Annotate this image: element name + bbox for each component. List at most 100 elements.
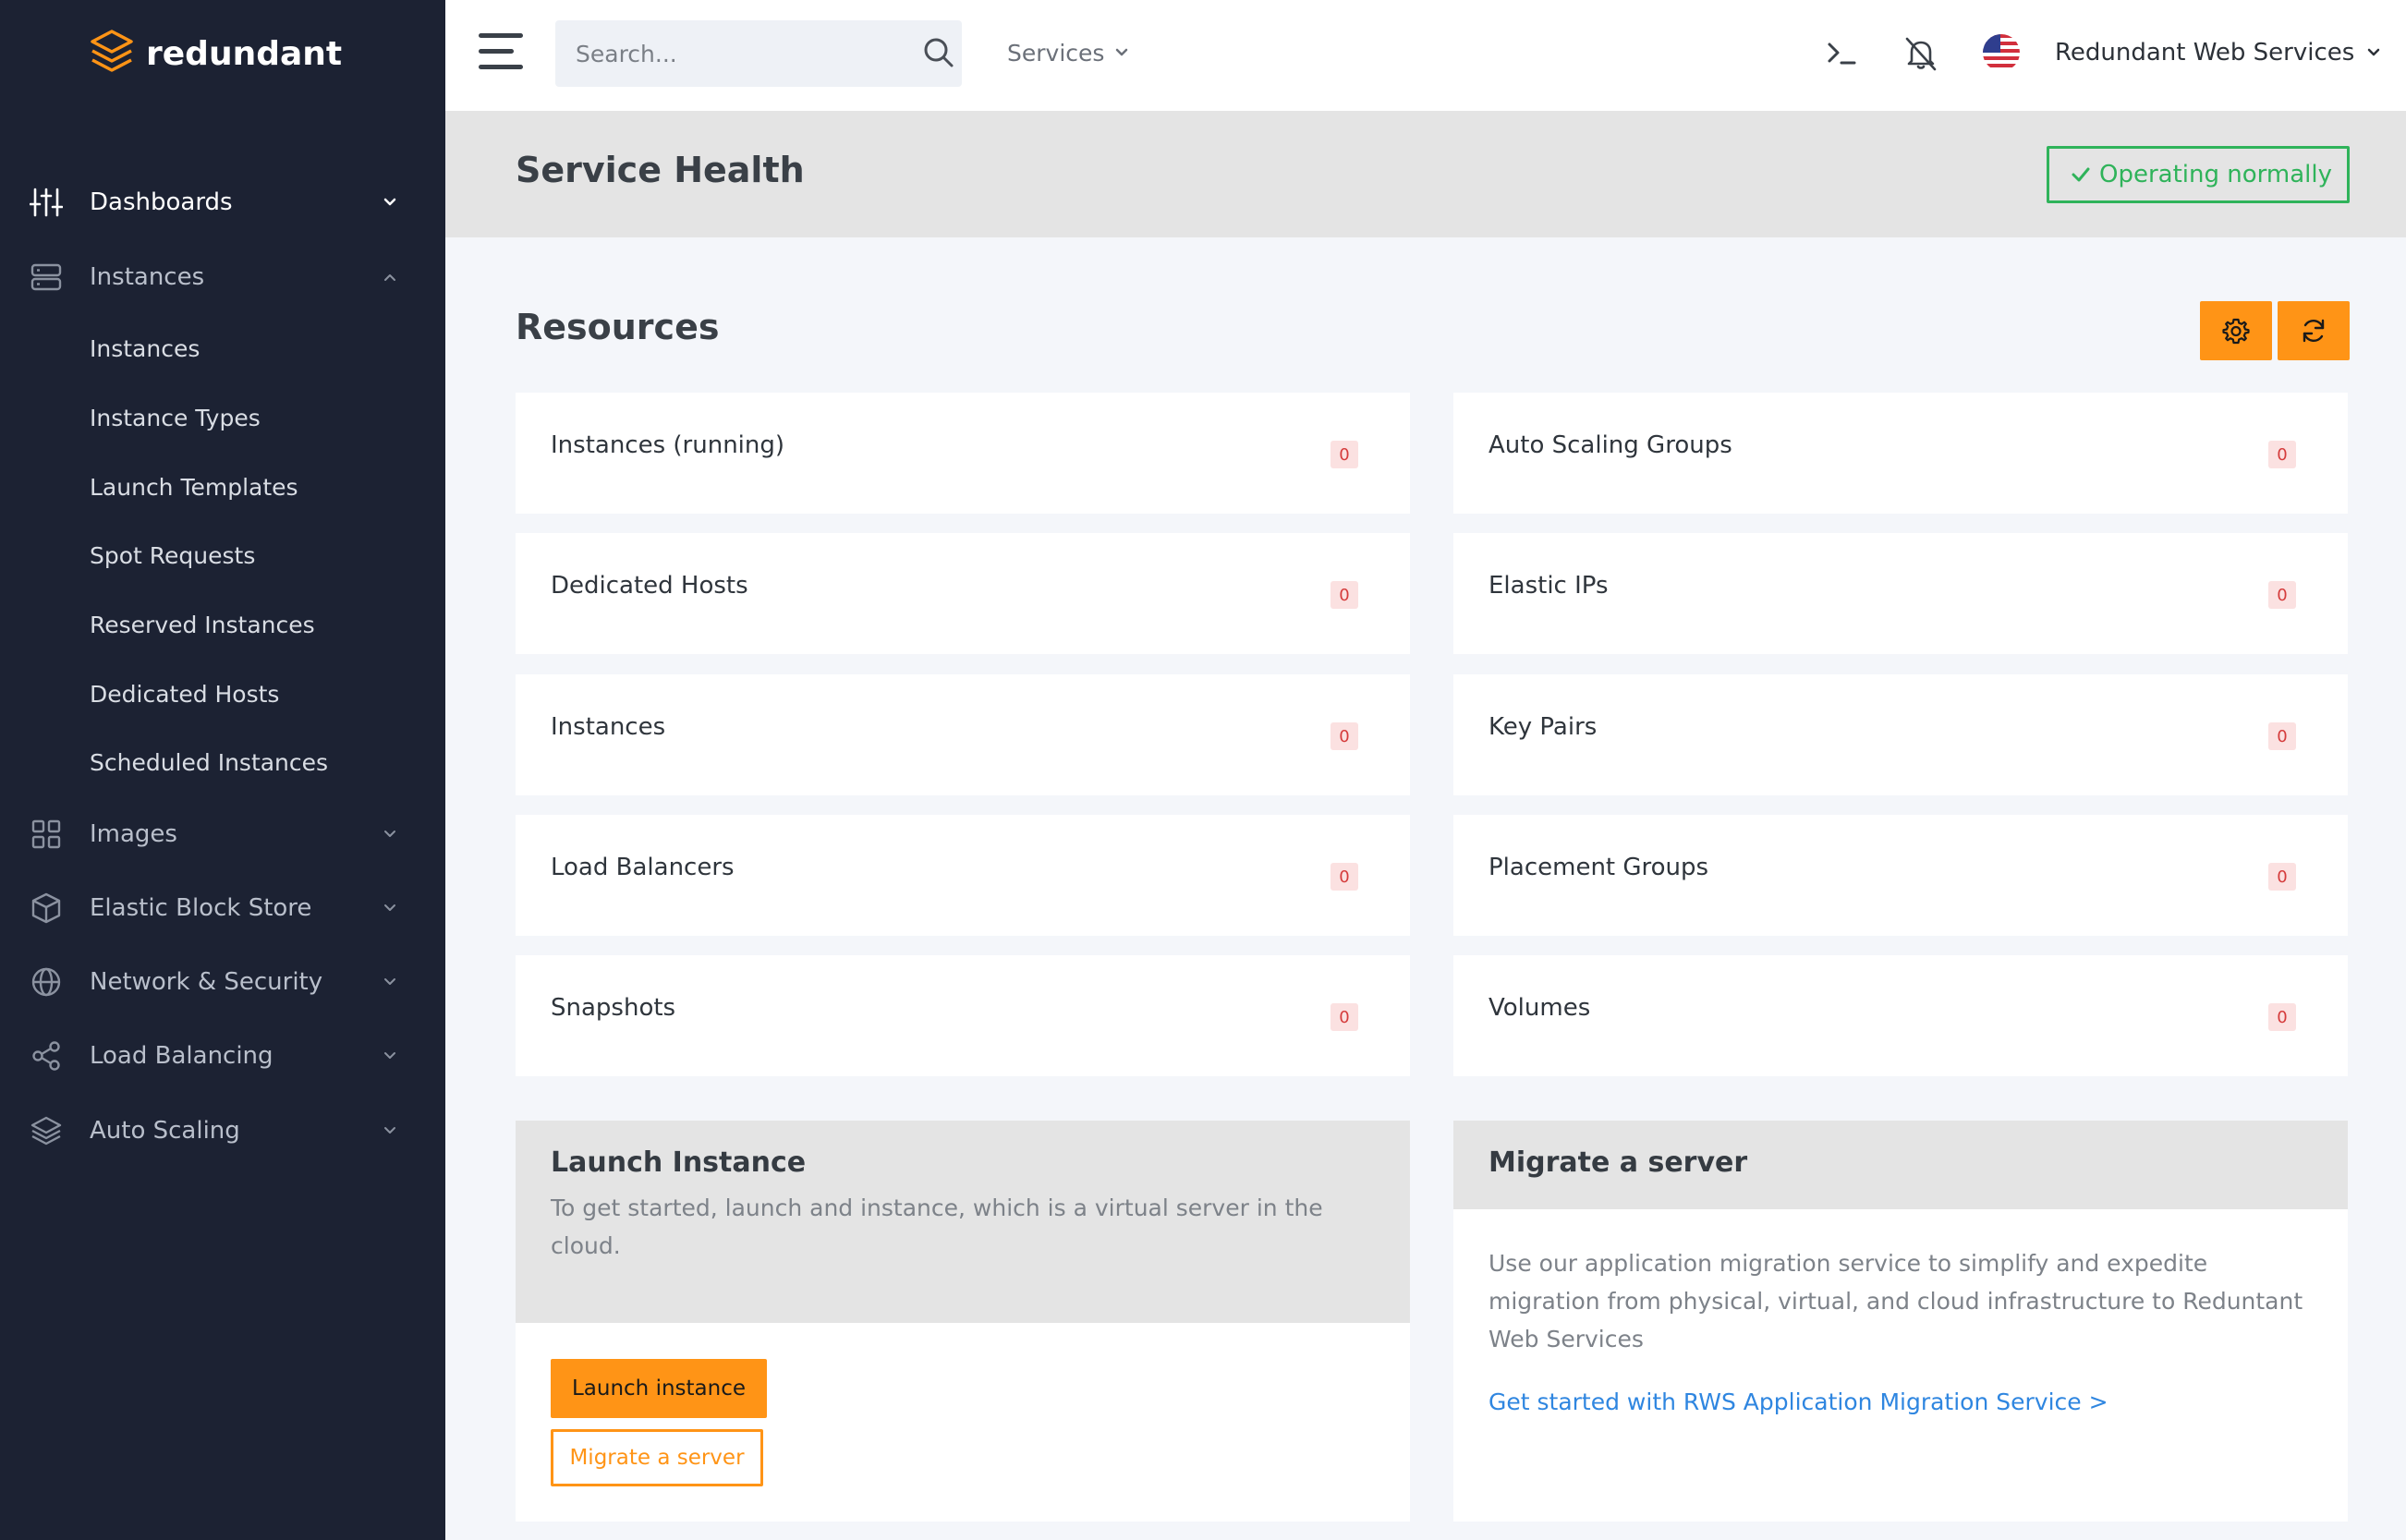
resource-label: Elastic IPs	[1489, 572, 1609, 600]
sidebar-item-network-security[interactable]: Network & Security	[0, 950, 445, 1014]
sidebar-item-load-balancing[interactable]: Load Balancing	[0, 1024, 445, 1088]
sidebar-subitem-label: Dedicated Hosts	[90, 680, 280, 708]
chevron-down-icon	[384, 904, 395, 911]
sidebar-subitem-launch-templates[interactable]: Launch Templates	[0, 458, 445, 515]
cube-icon	[30, 891, 63, 925]
chevron-up-icon	[384, 274, 395, 281]
sidebar-item-label: Instances	[90, 263, 205, 291]
resource-count-badge: 0	[1331, 581, 1358, 609]
brand-logo[interactable]: redundant	[89, 26, 342, 81]
chevron-down-icon	[384, 978, 395, 985]
bell-off-icon[interactable]	[1902, 35, 1939, 72]
sidebar-subitem-dedicated-hosts[interactable]: Dedicated Hosts	[0, 665, 445, 722]
launch-instance-title: Launch Instance	[551, 1146, 807, 1179]
resource-label: Instances (running)	[551, 431, 785, 459]
sidebar-item-auto-scaling[interactable]: Auto Scaling	[0, 1098, 445, 1163]
menu-toggle-icon[interactable]	[479, 33, 523, 70]
migrate-server-panel: Migrate a server Use our application mig…	[1453, 1121, 2348, 1522]
chevron-down-icon	[384, 831, 395, 837]
services-dropdown[interactable]: Services	[1007, 33, 1130, 72]
resource-card-instances-running[interactable]: Instances (running) 0	[516, 393, 1410, 514]
brand-name: redundant	[146, 34, 343, 73]
search-icon[interactable]	[921, 35, 956, 70]
sidebar-subitem-instance-types[interactable]: Instance Types	[0, 389, 445, 446]
grid-icon	[30, 818, 63, 851]
resource-label: Placement Groups	[1489, 854, 1709, 881]
service-health-header: Service Health Operating normally	[445, 111, 2406, 237]
resource-count-badge: 0	[2268, 1003, 2296, 1031]
globe-icon	[30, 965, 63, 999]
search-box	[555, 20, 962, 87]
sidebar-subitem-reserved-instances[interactable]: Reserved Instances	[0, 596, 445, 653]
sidebar-subitem-instances[interactable]: Instances	[0, 320, 445, 377]
resource-card-key-pairs[interactable]: Key Pairs 0	[1453, 674, 2348, 795]
launch-instance-description: To get started, launch and instance, whi…	[551, 1194, 1323, 1259]
resource-card-auto-scaling-groups[interactable]: Auto Scaling Groups 0	[1453, 393, 2348, 514]
services-label: Services	[1007, 39, 1105, 67]
sidebar: redundant Dashboards Instances Instances…	[0, 0, 445, 1540]
sidebar-item-label: Dashboards	[90, 188, 233, 216]
resource-count-badge: 0	[2268, 863, 2296, 891]
resource-label: Instances	[551, 713, 666, 741]
resource-count-badge: 0	[1331, 1003, 1358, 1031]
sliders-icon	[29, 186, 64, 219]
migrate-server-button[interactable]: Migrate a server	[551, 1429, 763, 1486]
resource-card-snapshots[interactable]: Snapshots 0	[516, 955, 1410, 1076]
launch-instance-header: Launch Instance To get started, launch a…	[516, 1121, 1410, 1323]
sidebar-item-label: Images	[90, 820, 177, 848]
sidebar-subitem-label: Scheduled Instances	[90, 748, 329, 776]
gear-icon	[2222, 318, 2250, 345]
sidebar-item-label: Network & Security	[90, 968, 323, 996]
refresh-button[interactable]	[2278, 301, 2350, 360]
sidebar-item-label: Elastic Block Store	[90, 894, 312, 922]
sidebar-item-label: Auto Scaling	[90, 1117, 240, 1145]
sidebar-subitem-label: Launch Templates	[90, 473, 298, 501]
brand-logo-icon	[91, 30, 133, 72]
sidebar-item-elastic-block-store[interactable]: Elastic Block Store	[0, 876, 445, 940]
chevron-down-icon	[384, 1052, 395, 1059]
account-dropdown[interactable]: Redundant Web Services	[2055, 33, 2382, 72]
resource-card-placement-groups[interactable]: Placement Groups 0	[1453, 815, 2348, 936]
resource-count-badge: 0	[2268, 722, 2296, 750]
resource-count-badge: 0	[1331, 863, 1358, 891]
search-input[interactable]	[576, 20, 899, 87]
chevron-down-icon	[383, 198, 396, 206]
launch-instance-button[interactable]: Launch instance	[551, 1359, 767, 1418]
resource-card-instances[interactable]: Instances 0	[516, 674, 1410, 795]
sidebar-item-dashboards[interactable]: Dashboards	[0, 170, 445, 235]
top-bar: Services Redundant Web Services	[445, 0, 2406, 111]
resource-card-volumes[interactable]: Volumes 0	[1453, 955, 2348, 1076]
resource-label: Load Balancers	[551, 854, 735, 881]
migrate-server-title: Migrate a server	[1489, 1146, 1748, 1179]
resource-count-badge: 0	[1331, 722, 1358, 750]
sidebar-item-label: Load Balancing	[90, 1042, 273, 1070]
layers-icon	[30, 1114, 63, 1147]
terminal-icon[interactable]	[1824, 35, 1861, 72]
sidebar-subitem-label: Reserved Instances	[90, 611, 315, 638]
refresh-icon	[2303, 319, 2325, 343]
resources-title: Resources	[516, 307, 720, 347]
resource-card-load-balancers[interactable]: Load Balancers 0	[516, 815, 1410, 936]
sidebar-item-images[interactable]: Images	[0, 802, 445, 867]
settings-button[interactable]	[2200, 301, 2272, 360]
resource-label: Dedicated Hosts	[551, 572, 748, 600]
resource-label: Auto Scaling Groups	[1489, 431, 1732, 459]
chevron-down-icon	[1116, 48, 1128, 56]
page-title: Service Health	[516, 150, 805, 190]
resource-card-elastic-ips[interactable]: Elastic IPs 0	[1453, 533, 2348, 654]
resource-count-badge: 0	[2268, 581, 2296, 609]
sidebar-subitem-spot-requests[interactable]: Spot Requests	[0, 527, 445, 584]
sidebar-item-instances[interactable]: Instances	[0, 245, 445, 309]
migration-service-link[interactable]: Get started with RWS Application Migrati…	[1489, 1388, 2108, 1415]
resource-count-badge: 0	[1331, 441, 1358, 468]
us-flag-icon[interactable]	[1982, 33, 2021, 72]
sidebar-subitem-label: Instances	[90, 334, 200, 362]
status-badge: Operating normally	[2047, 146, 2350, 203]
resource-card-dedicated-hosts[interactable]: Dedicated Hosts 0	[516, 533, 1410, 654]
account-label: Redundant Web Services	[2055, 39, 2355, 67]
sidebar-subitem-scheduled-instances[interactable]: Scheduled Instances	[0, 734, 445, 791]
check-icon	[2072, 167, 2090, 182]
resource-label: Snapshots	[551, 994, 676, 1022]
resource-count-badge: 0	[2268, 441, 2296, 468]
status-text: Operating normally	[2099, 161, 2332, 188]
